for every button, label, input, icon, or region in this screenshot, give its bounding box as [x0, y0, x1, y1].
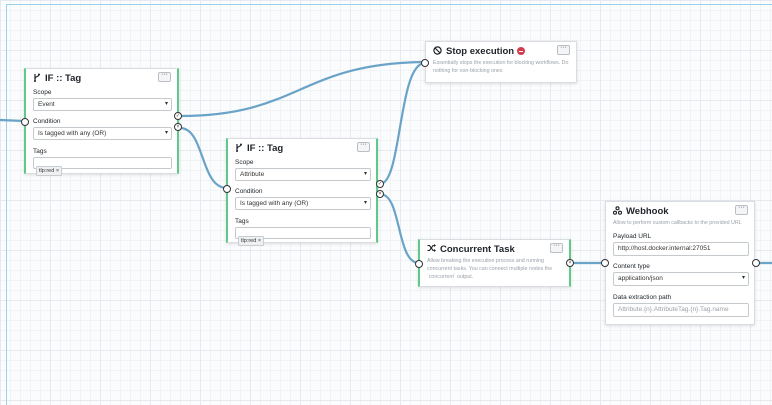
content-type-select[interactable]: application/json ▾ — [613, 271, 749, 286]
condition-select[interactable]: Is tagged with any (OR) ▾ — [235, 197, 371, 210]
node-title: IF :: Tag — [45, 72, 82, 84]
scope-select[interactable]: Attribute ▾ — [235, 168, 371, 181]
chevron-down-icon: ▾ — [164, 101, 168, 107]
remove-tag-icon[interactable]: × — [56, 168, 59, 174]
webhook-node[interactable]: Webhook ··· Allow to perform custom call… — [605, 201, 755, 325]
chevron-down-icon: ▾ — [363, 171, 367, 177]
no-entry-icon — [433, 45, 442, 57]
node-header[interactable]: IF :: Tag ··· — [228, 139, 376, 157]
concurrent-output-port[interactable]: × — [566, 259, 574, 267]
payload-url-input[interactable]: http://host.docker.internal:27051 — [613, 241, 749, 256]
if1-input-port[interactable] — [21, 118, 29, 126]
tag-chip[interactable]: tlp:red × — [36, 166, 63, 176]
connection-layer — [0, 60, 772, 265]
scope-value: Event — [38, 101, 55, 108]
if2-false-output-port[interactable]: × — [376, 190, 384, 198]
content-type-label: Content type — [613, 262, 650, 270]
node-menu-button[interactable]: ··· — [357, 141, 370, 152]
node-header[interactable]: Webhook ··· — [606, 202, 754, 220]
wire-if2-true-to-stop[interactable] — [378, 61, 427, 186]
node-header[interactable]: Stop execution ··· — [426, 42, 576, 60]
branch-icon — [235, 143, 243, 154]
tag-chip-label: tlp:red — [241, 238, 257, 244]
extraction-path-input[interactable]: Attribute.{n}.AttributeTag.{n}.Tag.name — [613, 302, 749, 317]
wire-if1-false-to-if2[interactable] — [178, 126, 229, 190]
node-header[interactable]: IF :: Tag ··· — [26, 69, 177, 87]
if1-false-output-port[interactable]: × — [174, 123, 182, 131]
node-menu-button[interactable]: ··· — [557, 44, 570, 55]
node-title: Concurrent Task — [440, 243, 515, 255]
scope-value: Attribute — [240, 171, 265, 178]
if1-true-output-port[interactable]: ✓ — [174, 112, 182, 120]
node-menu-button[interactable]: ··· — [158, 71, 171, 82]
chevron-down-icon: ▾ — [363, 200, 367, 206]
if2-true-output-port[interactable]: ✓ — [376, 180, 384, 188]
wire-if1-true-to-stop[interactable] — [178, 60, 427, 118]
chevron-down-icon: ▾ — [741, 274, 745, 281]
tags-label: Tags — [33, 148, 47, 155]
condition-value: Is tagged with any (OR) — [240, 200, 309, 207]
wire-if2-false-to-concurrent[interactable] — [378, 192, 421, 265]
node-title: IF :: Tag — [247, 142, 284, 154]
shuffle-icon — [427, 244, 436, 254]
webhook-icon — [612, 205, 623, 217]
extraction-path-label: Data extraction path — [613, 293, 672, 301]
node-description: Allow breaking the execution process and… — [427, 258, 553, 280]
node-menu-button[interactable]: ··· — [735, 204, 748, 215]
node-menu-button[interactable]: ··· — [550, 242, 563, 253]
webhook-input-port[interactable] — [601, 259, 609, 267]
branch-icon — [33, 73, 41, 84]
stop-badge-icon — [517, 47, 526, 55]
tag-chip[interactable]: tlp:red × — [238, 236, 265, 246]
condition-value: Is tagged with any (OR) — [38, 130, 107, 137]
if2-input-port[interactable] — [223, 185, 231, 193]
node-title: Stop execution — [446, 45, 515, 57]
tag-chip-label: tlp:red — [39, 168, 55, 174]
node-description: Essentially stops the execution for bloc… — [433, 60, 569, 74]
node-title: Webhook — [626, 205, 669, 217]
concurrent-task-node[interactable]: Concurrent Task ··· Allow breaking the e… — [418, 239, 571, 287]
condition-label: Condition — [235, 188, 263, 195]
payload-url-label: Payload URL — [613, 232, 652, 240]
tags-input[interactable]: tlp:red × — [33, 157, 172, 176]
stop-input-port[interactable] — [421, 59, 429, 67]
condition-select[interactable]: Is tagged with any (OR) ▾ — [33, 127, 172, 140]
stop-execution-node[interactable]: Stop execution ··· Essentially stops the… — [425, 41, 577, 83]
if-tag-node-2[interactable]: IF :: Tag ··· Scope Attribute ▾ Condition… — [226, 138, 378, 246]
tags-label: Tags — [235, 218, 249, 225]
content-type-value: application/json — [618, 274, 663, 282]
tags-input[interactable]: tlp:red × — [235, 227, 371, 246]
concurrent-input-port[interactable] — [415, 260, 423, 268]
node-description: Allow to perform custom callbacks to the… — [613, 220, 742, 226]
scope-label: Scope — [235, 159, 254, 166]
condition-label: Condition — [33, 118, 61, 125]
if-tag-node-1[interactable]: IF :: Tag ··· Scope Event ▾ Condition Is … — [24, 68, 179, 176]
chevron-down-icon: ▾ — [164, 130, 168, 136]
webhook-output-port[interactable] — [752, 259, 760, 267]
node-header[interactable]: Concurrent Task ··· — [420, 240, 569, 258]
scope-label: Scope — [33, 89, 52, 96]
scope-select[interactable]: Event ▾ — [33, 98, 172, 111]
remove-tag-icon[interactable]: × — [258, 238, 261, 244]
